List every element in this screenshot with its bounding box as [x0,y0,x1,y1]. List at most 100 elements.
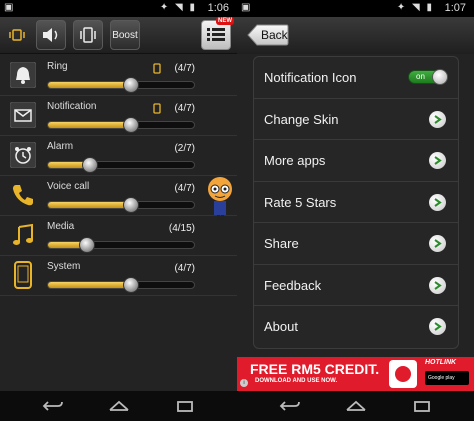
boost-button[interactable]: Boost [110,20,140,50]
ad-banner[interactable]: i FREE RM5 CREDIT. DOWNLOAD AND USE NOW.… [237,357,474,391]
slider-knob[interactable] [81,157,98,173]
volume-count: (2/7) [174,143,195,154]
volume-slider[interactable] [47,117,195,133]
volume-slider[interactable] [47,197,195,213]
volume-row-voice-call: Voice call (4/7) [0,176,237,216]
settings-list: Notification Icon on Change Skin More ap… [253,56,459,349]
slider-knob[interactable] [78,237,95,253]
volume-label: System [47,261,81,272]
recents-nav-icon[interactable] [409,398,435,414]
sound-button[interactable] [36,20,66,50]
toggle-label: on [416,72,425,81]
bell-icon [9,61,37,89]
volume-slider-fill [48,282,132,288]
setting-label: Notification Icon [264,70,357,85]
ad-subline: DOWNLOAD AND USE NOW. [255,378,338,384]
chevron-right-icon [429,152,446,169]
nav-bar [0,391,237,421]
volume-slider-fill [48,122,132,128]
notification-icon: ▣ [241,2,251,13]
volume-slider-fill [48,82,132,88]
slider-knob[interactable] [123,117,140,133]
setting-label: Rate 5 Stars [264,194,337,210]
volume-row-system: System (4/7) [0,256,237,296]
setting-more-apps[interactable]: More apps [254,140,458,182]
ad-brand-name: HOTLINK [425,359,457,366]
volume-label: Ring [47,61,68,72]
chevron-right-icon [429,235,446,252]
notification-icon: ▣ [4,2,14,13]
chevron-right-icon [429,110,446,128]
slider-knob[interactable] [123,277,140,293]
volume-list: Ring (4/7) Notification (4/7) Alarm (2/7… [0,56,237,296]
volume-count: (4/7) [174,63,195,74]
volume-count: (4/7) [174,183,195,194]
new-badge: NEW [216,17,234,25]
google-play-badge[interactable]: Google play [425,371,469,385]
chevron-right-icon [429,193,446,211]
slider-knob[interactable] [123,77,140,93]
volume-label: Alarm [47,141,74,152]
speaker-icon [43,28,58,42]
back-nav-icon[interactable] [40,398,66,414]
chevron-right-icon [429,276,446,294]
vibrate-icon[interactable] [6,20,28,50]
home-nav-icon[interactable] [343,398,369,414]
phone-device-icon [153,101,161,119]
recents-nav-icon[interactable] [172,398,198,414]
mascot-icon [205,175,235,226]
back-nav-icon[interactable] [277,398,303,414]
back-label: Back [261,28,288,42]
volume-label: Notification [47,101,97,112]
setting-label: Feedback [264,277,322,293]
volume-slider[interactable] [47,277,195,293]
notification-icon-toggle[interactable]: on [408,69,448,85]
volume-count: (4/15) [168,223,195,234]
setting-notification-icon[interactable]: Notification Icon on [254,57,458,99]
setting-label: About [264,319,298,334]
setting-feedback[interactable]: Feedback [254,265,458,306]
setting-change-skin[interactable]: Change Skin [254,99,458,140]
volume-slider-fill [48,202,132,208]
ad-headline: FREE RM5 CREDIT. [250,361,380,377]
hotlink-logo-icon [389,360,417,388]
toggle-knob [432,69,448,85]
chevron-right-icon [429,318,446,335]
back-button[interactable]: Back [247,24,289,46]
status-bar: ▣ ✦ ◥ ▮ 1:06 [0,0,237,17]
volume-row-ring: Ring (4/7) [0,56,237,96]
settings-screen: ▣ ✦ ◥ ▮ 1:07 Back Notification Icon on C… [237,0,474,421]
phone-icon [9,181,37,209]
status-time: 1:06 [207,2,229,14]
ad-brand: HOTLINK Google play [425,359,469,389]
envelope-icon [9,101,37,129]
status-time: 1:07 [444,2,466,14]
volume-count: (4/7) [174,103,195,114]
phone-device-icon [153,61,161,79]
setting-rate-5-stars[interactable]: Rate 5 Stars [254,182,458,223]
vibrate-mode-button[interactable] [73,20,103,50]
status-icons: ✦ ◥ ▮ [159,2,197,13]
volume-slider[interactable] [47,237,195,253]
volume-slider[interactable] [47,157,195,173]
settings-toolbar: Back [237,17,474,54]
status-icons: ✦ ◥ ▮ [396,2,434,13]
volume-label: Media [47,221,75,232]
home-nav-icon[interactable] [106,398,132,414]
volume-slider[interactable] [47,77,195,93]
volume-row-media: Media (4/15) [0,216,237,256]
volume-row-notification: Notification (4/7) [0,96,237,136]
phone-vibrate-icon [80,27,96,43]
setting-about[interactable]: About [254,306,458,348]
setting-share[interactable]: Share [254,223,458,265]
music-note-icon [9,221,37,249]
alarm-clock-icon [9,141,37,169]
volume-screen: ▣ ✦ ◥ ▮ 1:06 Boost Ring (4/7) Notificati… [0,0,237,421]
status-bar: ▣ ✦ ◥ ▮ 1:07 [237,0,474,17]
setting-label: Share [264,236,299,251]
ad-info-icon[interactable]: i [240,379,248,387]
list-menu-icon [207,28,225,41]
slider-knob[interactable] [123,197,140,213]
volume-count: (4/7) [174,263,195,274]
volume-label: Voice call [47,181,90,192]
